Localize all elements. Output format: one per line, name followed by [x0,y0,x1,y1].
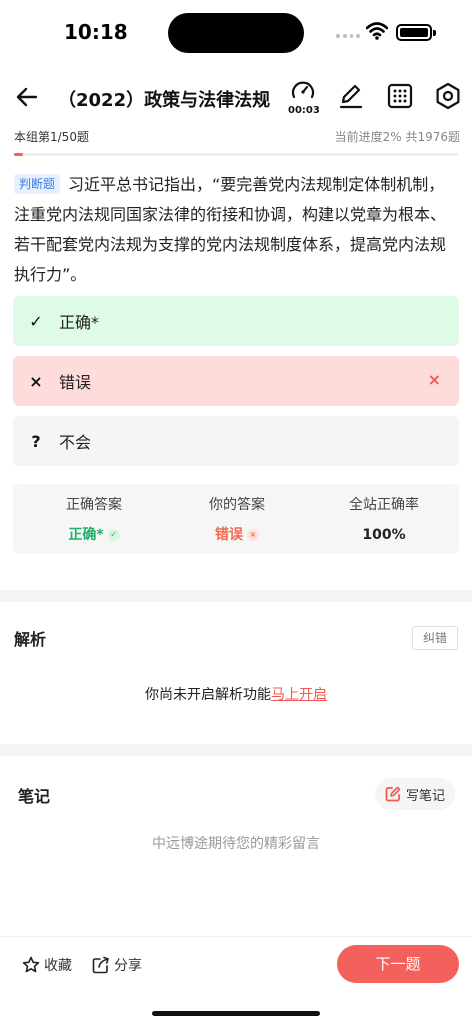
wrong-indicator-icon: × [427,370,441,389]
timer-button[interactable]: 00:03 [288,78,320,118]
edit-button[interactable] [338,82,364,110]
section-divider [0,590,472,602]
question-text: 判断题 习近平总书记指出，“要完善党内法规制定体制机制，注重党内法规同国家法律的衔… [14,170,460,290]
option-unknown[interactable]: ? 不会 [13,416,459,466]
notes-title: 笔记 [18,787,51,806]
pen-icon [339,84,363,109]
wifi-icon [366,22,388,40]
site-rate-label: 全站正确率 [349,497,419,513]
back-arrow-icon [16,87,38,107]
answer-summary: 正确答案 正确* ✓ 你的答案 错误 × 全站正确率 100% [13,484,459,554]
write-note-icon [385,786,401,802]
site-rate-col: 全站正确率 100% [309,494,459,548]
check-badge-icon: ✓ [107,529,120,541]
group-label: 本组第1/50题 [14,130,89,144]
cross-icon: × [29,371,43,391]
question-mark-icon: ? [31,431,41,451]
correct-answer-col: 正确答案 正确* ✓ [19,494,169,548]
page-title: （2022）政策与法律法规 [58,90,271,111]
answer-sheet-button[interactable] [387,82,413,110]
your-answer-col: 你的答案 错误 × [162,494,312,548]
option-label: 错误 [59,373,92,392]
grid-icon [387,83,413,109]
progress-row: 本组第1/50题 当前进度2% 共1976题 [14,128,460,146]
option-wrong[interactable]: × 错误 × [13,356,459,406]
favorite-button[interactable]: 收藏 [22,955,72,975]
next-question-button[interactable]: 下一题 [337,945,459,983]
signal-icon [336,34,360,40]
settings-icon [436,82,460,110]
report-error-button[interactable]: 纠错 [412,626,458,650]
cross-badge-icon: × [247,529,259,541]
home-indicator [152,1011,320,1016]
question-type-tag: 判断题 [14,174,61,194]
settings-button[interactable] [434,82,462,110]
star-icon [22,956,40,973]
status-bar: 10:18 [0,0,472,64]
bottom-bar: 收藏 分享 下一题 [0,936,472,1024]
practice-page: 10:18 （2022）政策与法律法规 00:03 本组第1/50题 当前进度2… [0,0,472,1024]
favorite-label: 收藏 [44,958,72,974]
analysis-message: 你尚未开启解析功能马上开启 [0,684,472,704]
option-label: 不会 [59,433,92,452]
share-icon [92,956,109,974]
enable-analysis-link[interactable]: 马上开启 [271,687,327,703]
dynamic-island [168,13,304,53]
write-note-label: 写笔记 [405,788,445,804]
share-label: 分享 [114,958,142,974]
option-correct[interactable]: ✓ 正确* [13,296,459,346]
site-rate-value: 100% [362,527,406,543]
back-button[interactable] [12,82,42,112]
analysis-locked-text: 你尚未开启解析功能 [145,687,271,703]
correct-answer-label: 正确答案 [66,497,122,513]
option-label: 正确* [59,313,100,332]
your-answer-label: 你的答案 [209,497,265,513]
progress-text: 当前进度2% 共1976题 [334,130,460,144]
your-answer-value: 错误 [215,527,243,543]
analysis-title: 解析 [14,630,47,649]
correct-answer-value: 正确* [68,527,104,543]
nav-bar: （2022）政策与法律法规 00:03 [0,72,472,122]
question-stem: 习近平总书记指出，“要完善党内法规制定体制机制，注重党内法规同国家法律的衔接和协… [14,175,447,284]
battery-icon [396,24,436,41]
status-time: 10:18 [64,20,128,44]
notes-empty-text: 中远博途期待您的精彩留言 [152,836,320,852]
share-button[interactable]: 分享 [92,955,142,975]
timer-icon [291,81,315,99]
progress-bar-fill [14,153,23,156]
progress-bar [14,153,458,156]
check-icon: ✓ [29,311,43,331]
timer-readout: 00:03 [288,105,320,116]
write-note-button[interactable]: 写笔记 [375,778,455,810]
section-divider [0,744,472,756]
